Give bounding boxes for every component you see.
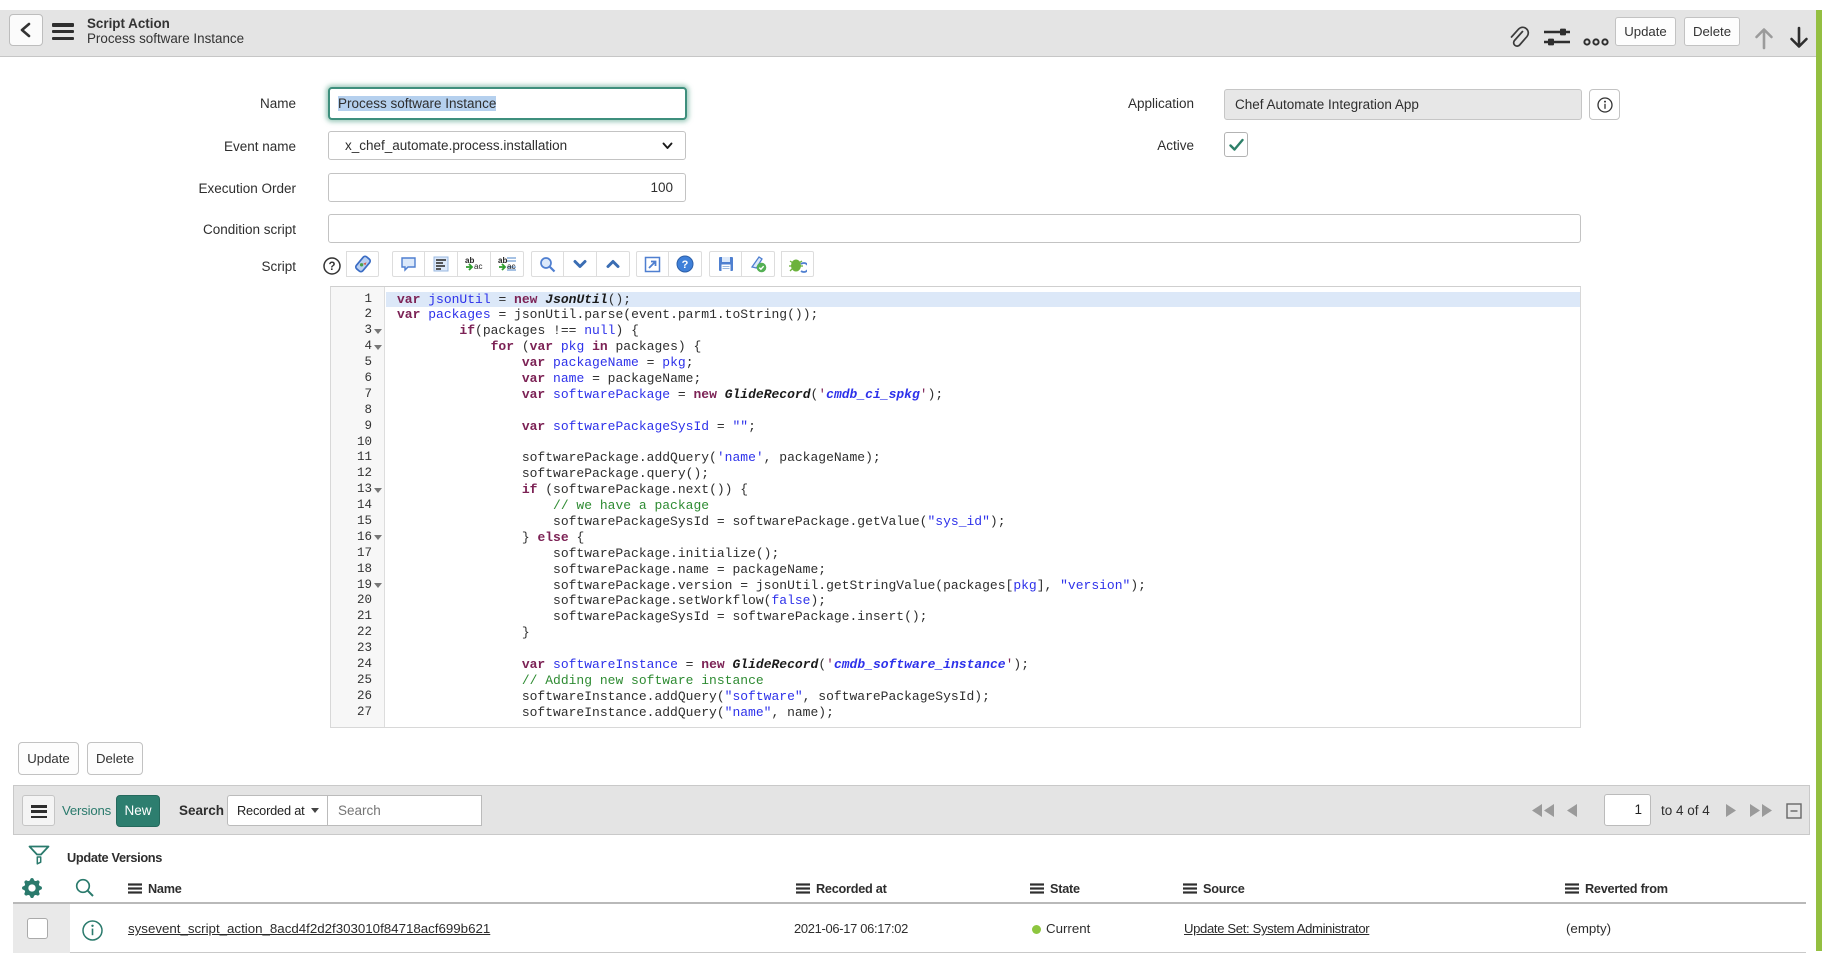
svg-text:?: ? [682,259,689,271]
svg-text:ac: ac [474,262,482,271]
svg-text:ac: ac [507,262,515,271]
svg-text:?: ? [328,261,335,273]
